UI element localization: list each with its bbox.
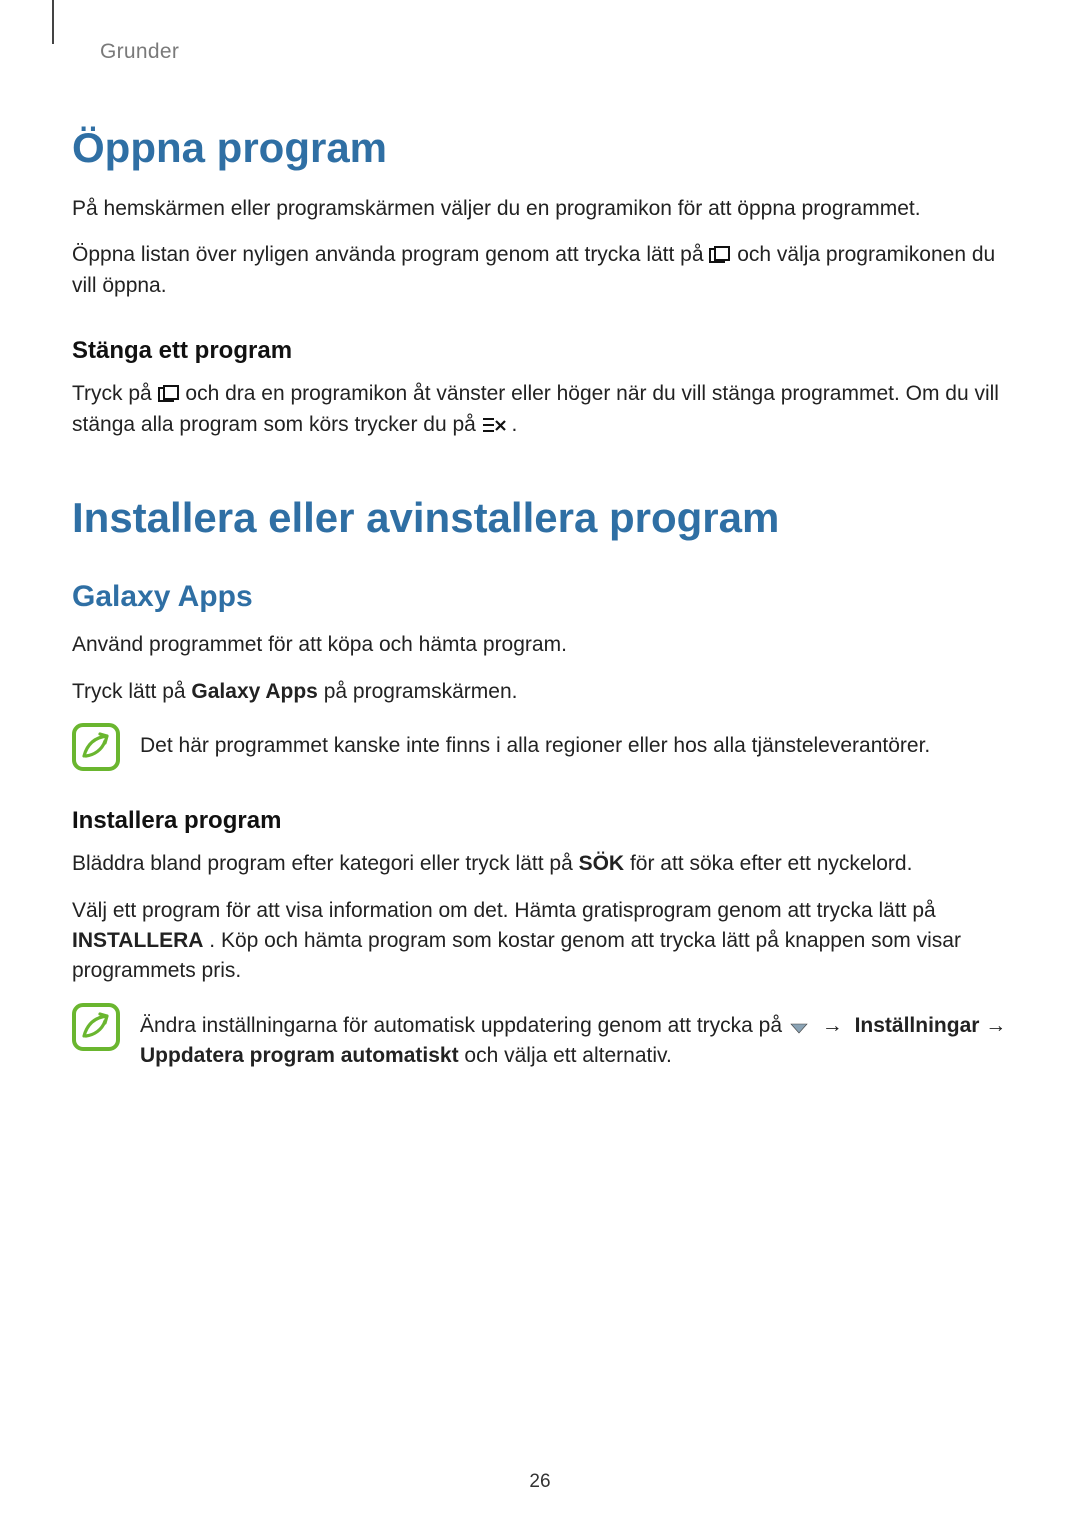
- recent-apps-icon: [158, 385, 180, 403]
- page-number: 26: [0, 1471, 1080, 1493]
- para-close-a: Tryck på: [72, 382, 158, 405]
- note-icon: [72, 723, 120, 771]
- para-open-2: Öppna listan över nyligen använda progra…: [72, 240, 1008, 301]
- heading-close-program: Stänga ett program: [72, 337, 1008, 365]
- text-galaxy-apps-bold: Galaxy Apps: [191, 680, 317, 703]
- para-install-2: Välj ett program för att visa informatio…: [72, 896, 1008, 987]
- note-availability-text: Det här programmet kanske inte finns i a…: [140, 723, 1008, 761]
- para-install-2b: . Köp och hämta program som kostar genom…: [72, 929, 961, 982]
- para-galaxy-2a: Tryck lätt på: [72, 680, 191, 703]
- text-search-bold: SÖK: [579, 852, 625, 875]
- para-galaxy-1: Använd programmet för att köpa och hämta…: [72, 630, 1008, 660]
- dropdown-caret-icon: [788, 1021, 810, 1035]
- header-rule: [52, 0, 54, 44]
- close-all-icon: [482, 416, 506, 434]
- para-install-2a: Välj ett program för att visa informatio…: [72, 899, 936, 922]
- para-open-1: På hemskärmen eller programskärmen välje…: [72, 194, 1008, 224]
- para-install-1a: Bläddra bland program efter kategori ell…: [72, 852, 579, 875]
- text-autoupdate-bold: Uppdatera program automatiskt: [140, 1044, 459, 1067]
- para-close: Tryck på och dra en programikon åt vänst…: [72, 379, 1008, 440]
- note-autoupdate-b: och välja ett alternativ.: [464, 1044, 671, 1067]
- note-icon: [72, 1003, 120, 1051]
- recent-apps-icon: [709, 246, 731, 264]
- para-galaxy-2b: på programskärmen.: [324, 680, 518, 703]
- note-availability: Det här programmet kanske inte finns i a…: [72, 723, 1008, 771]
- note-arrow-mid: →: [985, 1014, 1006, 1037]
- text-settings-bold: Inställningar: [855, 1014, 980, 1037]
- para-close-c: .: [512, 413, 518, 436]
- page-content: Grunder Öppna program På hemskärmen elle…: [0, 0, 1080, 1072]
- heading-install-programs: Installera program: [72, 807, 1008, 835]
- para-install-1b: för att söka efter ett nyckelord.: [630, 852, 912, 875]
- note-autoupdate-a: Ändra inställningarna för automatisk upp…: [140, 1014, 788, 1037]
- para-close-b: och dra en programikon åt vänster eller …: [72, 382, 999, 435]
- breadcrumb: Grunder: [100, 40, 1008, 64]
- para-open-2a: Öppna listan över nyligen använda progra…: [72, 243, 709, 266]
- para-install-1: Bläddra bland program efter kategori ell…: [72, 849, 1008, 879]
- heading-install-uninstall: Installera eller avinstallera program: [72, 494, 1008, 542]
- note-autoupdate-text: Ändra inställningarna för automatisk upp…: [140, 1003, 1008, 1072]
- heading-open-programs: Öppna program: [72, 124, 1008, 172]
- para-galaxy-2: Tryck lätt på Galaxy Apps på programskär…: [72, 677, 1008, 707]
- text-install-bold: INSTALLERA: [72, 929, 203, 952]
- arrow-icon: →: [822, 1014, 843, 1037]
- heading-galaxy-apps: Galaxy Apps: [72, 580, 1008, 614]
- note-autoupdate: Ändra inställningarna för automatisk upp…: [72, 1003, 1008, 1072]
